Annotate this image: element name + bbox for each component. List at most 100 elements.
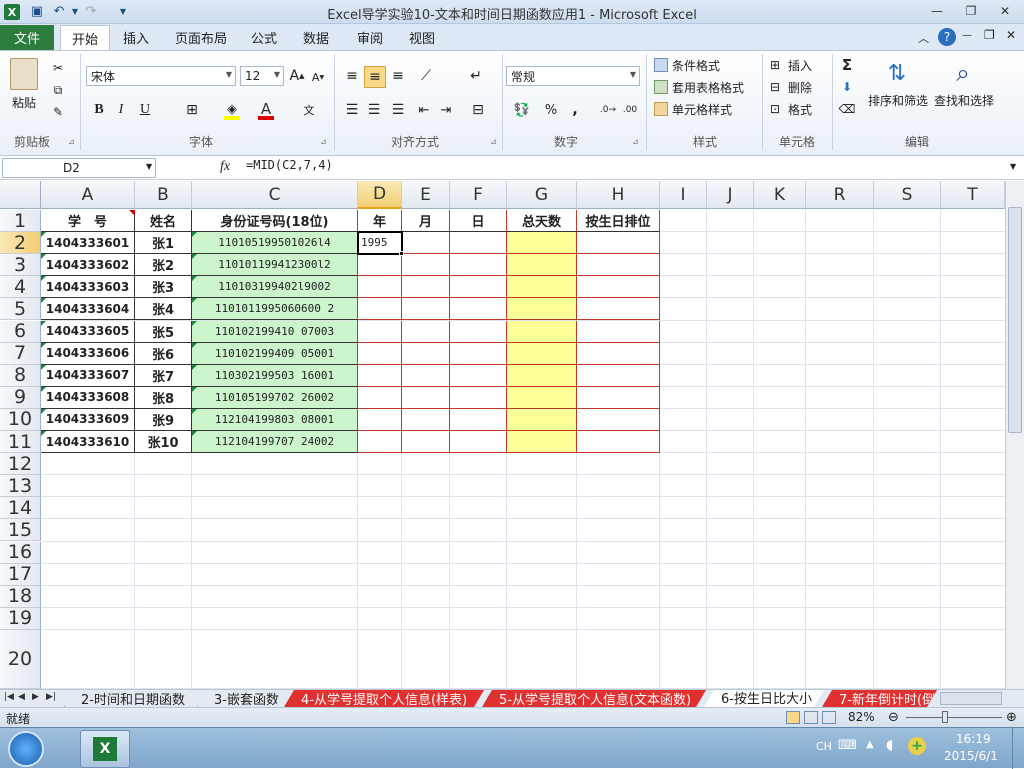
paste-button[interactable]: 粘贴 <box>8 94 40 110</box>
column-header-s[interactable]: S <box>874 181 941 209</box>
total-days-cell[interactable] <box>507 276 577 299</box>
alignment-launcher-icon[interactable]: ⊿ <box>490 137 497 146</box>
total-days-cell[interactable] <box>507 254 577 277</box>
column-header-h[interactable]: H <box>577 181 660 209</box>
birthday-rank-cell[interactable] <box>577 431 660 454</box>
number-format-combo[interactable]: 常规 ▼ <box>506 66 640 86</box>
year-cell[interactable] <box>358 364 402 387</box>
month-cell[interactable] <box>402 254 450 277</box>
zoom-slider[interactable] <box>906 717 1002 718</box>
row-header-8[interactable]: 8 <box>0 364 41 387</box>
table-format-button[interactable]: 套用表格格式 <box>672 79 744 96</box>
day-cell[interactable] <box>450 408 507 431</box>
increase-indent-icon[interactable]: ⇥ <box>436 100 456 120</box>
sheet-tab[interactable]: 3-嵌套函数 <box>197 690 285 707</box>
id-card-cell[interactable]: 110105199702 26002 <box>192 386 358 409</box>
id-card-cell[interactable]: 110101199412300l2 <box>192 254 358 277</box>
close-button[interactable]: ✕ <box>992 2 1018 20</box>
orientation-icon[interactable]: ⟋ <box>414 66 438 86</box>
sheet-tab[interactable]: 7-新年倒计时(倒 <box>822 690 937 707</box>
student-id-cell[interactable]: 1404333607 <box>41 364 135 387</box>
student-id-cell[interactable]: 1404333608 <box>41 386 135 409</box>
id-card-cell[interactable]: 1101011995060600 2 <box>192 298 358 321</box>
month-cell[interactable] <box>402 342 450 365</box>
conditional-format-button[interactable]: 条件格式 <box>672 57 720 74</box>
workbook-minimize-icon[interactable]: — <box>962 30 972 41</box>
name-cell[interactable]: 张5 <box>135 320 192 343</box>
day-cell[interactable] <box>450 386 507 409</box>
month-cell[interactable] <box>402 408 450 431</box>
day-cell[interactable] <box>450 298 507 321</box>
id-card-cell[interactable]: 112104199707 24002 <box>192 431 358 454</box>
row-header-4[interactable]: 4 <box>0 276 41 299</box>
row-header-7[interactable]: 7 <box>0 342 41 365</box>
clock-date[interactable]: 2015/6/1 <box>944 749 998 763</box>
total-days-cell[interactable] <box>507 408 577 431</box>
student-id-cell[interactable]: 1404333601 <box>41 232 135 255</box>
total-days-cell[interactable] <box>507 298 577 321</box>
birthday-rank-cell[interactable] <box>577 232 660 255</box>
row-header-19[interactable]: 19 <box>0 607 41 630</box>
header-cell-f[interactable]: 日 <box>450 210 507 233</box>
page-layout-view-icon[interactable] <box>804 711 818 724</box>
day-cell[interactable] <box>450 254 507 277</box>
student-id-cell[interactable]: 1404333605 <box>41 320 135 343</box>
network-icon[interactable]: + <box>908 737 926 755</box>
row-header-6[interactable]: 6 <box>0 320 41 343</box>
language-indicator[interactable]: CH <box>816 740 832 753</box>
student-id-cell[interactable]: 1404333606 <box>41 342 135 365</box>
excel-taskbar-icon[interactable]: X <box>80 730 130 768</box>
name-box-dropdown-icon[interactable]: ▼ <box>146 162 152 171</box>
zoom-in-icon[interactable]: ⊕ <box>1006 710 1017 725</box>
month-cell[interactable] <box>402 431 450 454</box>
column-header-i[interactable]: I <box>660 181 707 209</box>
sheet-tab[interactable]: 4-从学号提取个人信息(样表) <box>284 690 484 707</box>
row-header-12[interactable]: 12 <box>0 453 41 476</box>
column-header-d[interactable]: D <box>358 181 402 209</box>
clear-icon[interactable]: ⌫ <box>838 100 856 118</box>
zoom-level[interactable]: 82% <box>848 710 875 724</box>
sheet-tab[interactable]: 2-时间和日期函数 <box>64 690 198 707</box>
volume-icon[interactable]: ◖ <box>886 737 893 753</box>
tab-formulas[interactable]: 公式 <box>244 25 284 50</box>
day-cell[interactable] <box>450 320 507 343</box>
zoom-out-icon[interactable]: ⊖ <box>888 710 899 725</box>
expand-formula-icon[interactable]: ▼ <box>1010 162 1016 171</box>
font-launcher-icon[interactable]: ⊿ <box>320 137 327 146</box>
birthday-rank-cell[interactable] <box>577 320 660 343</box>
select-all-corner[interactable] <box>0 181 41 209</box>
header-cell-b[interactable]: 姓名 <box>135 210 192 233</box>
year-cell[interactable] <box>358 386 402 409</box>
total-days-cell[interactable] <box>507 364 577 387</box>
header-cell-c[interactable]: 身份证号码(18位) <box>192 210 358 233</box>
zoom-slider-thumb[interactable] <box>942 711 948 723</box>
column-header-t[interactable]: T <box>941 181 1005 209</box>
month-cell[interactable] <box>402 364 450 387</box>
sheet-tab[interactable]: 6-按生日比大小 <box>704 690 824 707</box>
row-header-20[interactable]: 20 <box>0 629 41 689</box>
column-header-b[interactable]: B <box>135 181 192 209</box>
format-painter-icon[interactable]: ✎ <box>50 104 66 120</box>
shrink-font-icon[interactable]: A ▼ <box>310 68 326 86</box>
border-icon[interactable]: ⊞ <box>180 100 204 120</box>
id-card-cell[interactable]: 110105199501026l4 <box>192 232 358 255</box>
horizontal-scrollbar[interactable] <box>940 692 1002 705</box>
align-left-icon[interactable]: ☰ <box>342 100 362 120</box>
name-cell[interactable]: 张3 <box>135 276 192 299</box>
total-days-cell[interactable] <box>507 232 577 255</box>
header-cell-e[interactable]: 月 <box>402 210 450 233</box>
align-center-icon[interactable]: ☰ <box>364 100 384 120</box>
fill-color-icon[interactable]: ◈ <box>224 102 240 120</box>
birthday-rank-cell[interactable] <box>577 342 660 365</box>
row-header-10[interactable]: 10 <box>0 408 41 431</box>
name-cell[interactable]: 张1 <box>135 232 192 255</box>
header-cell-h[interactable]: 按生日排位 <box>577 210 660 233</box>
column-header-k[interactable]: K <box>754 181 806 209</box>
workbook-restore-icon[interactable]: ❐ <box>984 28 995 42</box>
column-header-e[interactable]: E <box>402 181 450 209</box>
year-cell[interactable] <box>358 276 402 299</box>
name-cell[interactable]: 张7 <box>135 364 192 387</box>
sheet-tab[interactable]: 5-从学号提取个人信息(文本函数) <box>482 690 706 707</box>
month-cell[interactable] <box>402 386 450 409</box>
tab-file[interactable]: 文件 <box>0 25 54 50</box>
